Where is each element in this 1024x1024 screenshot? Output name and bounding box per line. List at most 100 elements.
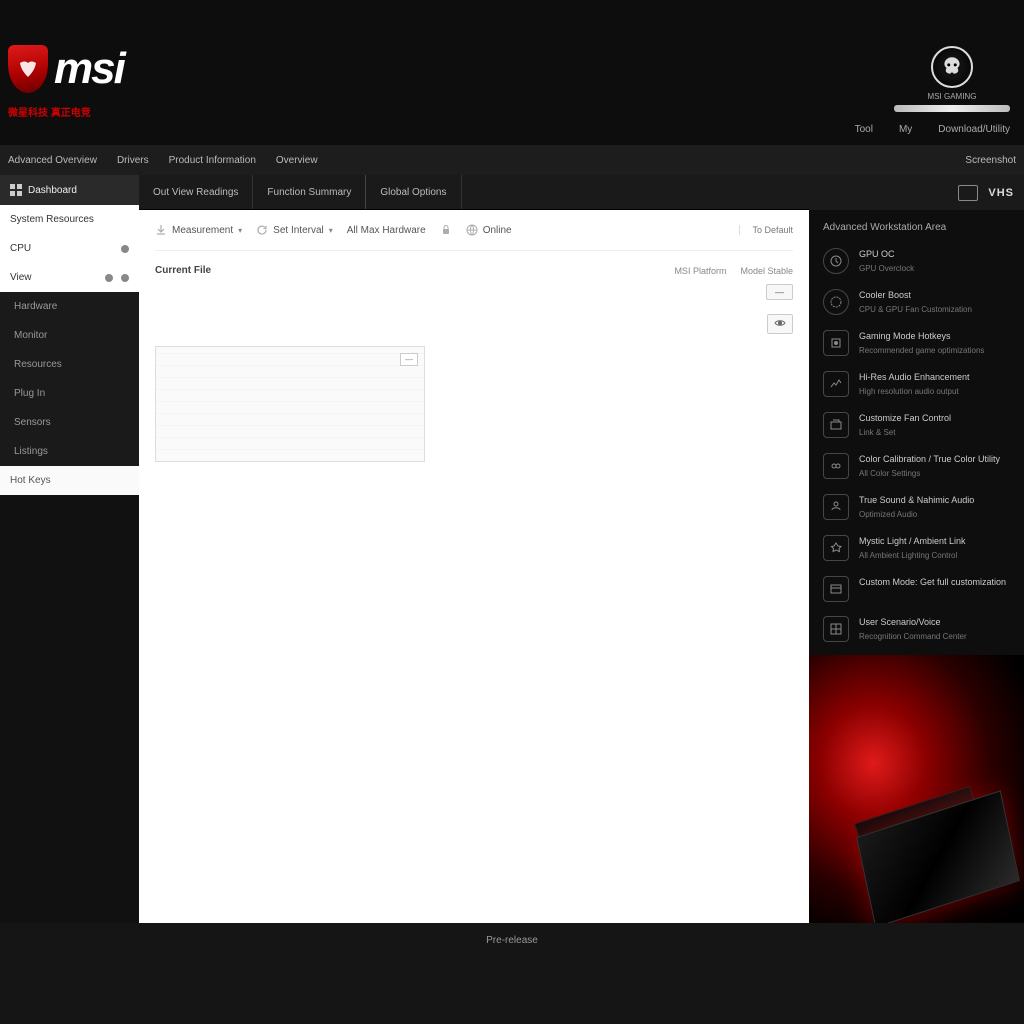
panel-label: VHS — [988, 187, 1014, 199]
section-header: Current File MSI Platform Model Stable — [155, 251, 793, 284]
header-nav-item[interactable]: Download/Utility — [938, 124, 1010, 135]
sidebar-item[interactable]: Monitor — [0, 321, 139, 350]
feature-icon — [823, 289, 849, 315]
sidebar-label: System Resources — [10, 214, 94, 225]
features-list: GPU OCGPU Overclock Cooler BoostCPU & GPU… — [809, 241, 1024, 649]
header-nav-item[interactable]: My — [899, 124, 912, 135]
feature-item[interactable]: True Sound & Nahimic AudioOptimized Audi… — [809, 487, 1024, 528]
feature-text: GPU OCGPU Overclock — [859, 248, 914, 275]
eye-button[interactable] — [767, 314, 793, 334]
refresh-icon — [256, 224, 268, 236]
footer: Pre-release — [0, 923, 1024, 1024]
tab-readings[interactable]: Out View Readings — [139, 175, 253, 209]
feature-icon — [823, 494, 849, 520]
section-title: Current File — [155, 265, 211, 276]
footer-text: Pre-release — [486, 935, 538, 946]
tool-label: Set Interval — [273, 225, 324, 236]
main-area: Dashboard System Resources CPU View Hard… — [0, 175, 1024, 923]
brand-name: msi — [54, 47, 124, 91]
sub-brand: 微星科技 真正电竞 — [8, 104, 91, 119]
sidebar-item-dashboard[interactable]: Dashboard — [0, 175, 139, 205]
feature-icon — [823, 535, 849, 561]
topnav-item[interactable]: Drivers — [117, 155, 149, 166]
logo-row: msi — [0, 0, 1024, 100]
tool-lock[interactable] — [440, 224, 452, 236]
sidebar: Dashboard System Resources CPU View Hard… — [0, 175, 139, 923]
feature-item[interactable]: User Scenario/VoiceRecognition Command C… — [809, 609, 1024, 650]
chevron-down-icon: ▾ — [238, 226, 242, 235]
feature-item[interactable]: Customize Fan ControlLink & Set — [809, 405, 1024, 446]
feature-icon — [823, 412, 849, 438]
features-title: Advanced Workstation Area — [809, 210, 1024, 241]
feature-item[interactable]: Cooler BoostCPU & GPU Fan Customization — [809, 282, 1024, 323]
feature-item[interactable]: Gaming Mode HotkeysRecommended game opti… — [809, 323, 1024, 364]
center-tabs: Out View Readings Function Summary Globa… — [139, 175, 809, 210]
feature-icon — [823, 576, 849, 602]
tool-interval[interactable]: Set Interval ▾ — [256, 224, 333, 236]
sidebar-label: CPU — [10, 243, 31, 254]
header-scroll-indicator — [894, 105, 1010, 112]
section-button[interactable]: — — [766, 284, 793, 300]
sidebar-item-sysres[interactable]: System Resources — [0, 205, 139, 234]
sub-brand-text: 微星科技 真正电竞 — [8, 104, 91, 119]
feature-item[interactable]: GPU OCGPU Overclock — [809, 241, 1024, 282]
feature-item[interactable]: Hi-Res Audio EnhancementHigh resolution … — [809, 364, 1024, 405]
status-dot-icon — [121, 274, 129, 282]
right-panel-head: VHS — [809, 175, 1024, 210]
tool-measurement[interactable]: Measurement ▾ — [155, 224, 242, 236]
sidebar-label: Listings — [14, 446, 48, 457]
feature-text: Mystic Light / Ambient LinkAll Ambient L… — [859, 535, 966, 562]
feature-item[interactable]: Color Calibration / True Color UtilityAl… — [809, 446, 1024, 487]
sidebar-label: View — [10, 272, 32, 283]
sidebar-item-hotkeys[interactable]: Hot Keys — [0, 466, 139, 495]
control-row: — — [155, 284, 793, 306]
tool-default[interactable]: To Default — [739, 225, 793, 235]
top-nav: Advanced Overview Drivers Product Inform… — [0, 145, 1024, 175]
status-dot-icon — [105, 274, 113, 282]
sidebar-item[interactable]: Resources — [0, 350, 139, 379]
download-icon — [155, 224, 167, 236]
feature-item[interactable]: Custom Mode: Get full customization — [809, 569, 1024, 609]
sidebar-label: Resources — [14, 359, 62, 370]
tab-summary[interactable]: Function Summary — [253, 175, 366, 209]
eye-icon — [774, 318, 786, 328]
header-nav-item[interactable]: Tool — [855, 124, 873, 135]
topnav-screenshot[interactable]: Screenshot — [965, 155, 1016, 166]
sidebar-item[interactable]: Sensors — [0, 408, 139, 437]
feature-text: Gaming Mode HotkeysRecommended game opti… — [859, 330, 984, 357]
feature-icon — [823, 248, 849, 274]
feature-text: Color Calibration / True Color UtilityAl… — [859, 453, 1000, 480]
sidebar-item[interactable]: Hardware — [0, 292, 139, 321]
chart-badge: — — [400, 353, 418, 366]
feature-item[interactable]: Mystic Light / Ambient LinkAll Ambient L… — [809, 528, 1024, 569]
sidebar-label: Hardware — [14, 301, 57, 312]
lock-icon — [440, 224, 452, 236]
white-workspace: Measurement ▾ Set Interval ▾ All Max Hardw… — [139, 210, 809, 923]
tool-online[interactable]: Online — [466, 224, 512, 236]
sidebar-label: Plug In — [14, 388, 45, 399]
brand-shield-icon — [8, 45, 48, 93]
topnav-item[interactable]: Advanced Overview — [8, 155, 97, 166]
sidebar-item[interactable]: Plug In — [0, 379, 139, 408]
feature-text: Hi-Res Audio EnhancementHigh resolution … — [859, 371, 970, 398]
panel-icon[interactable] — [958, 185, 978, 201]
tool-allmax[interactable]: All Max Hardware — [347, 225, 426, 236]
workspace-toolbar: Measurement ▾ Set Interval ▾ All Max Hardw… — [155, 220, 793, 251]
chevron-down-icon: ▾ — [329, 226, 333, 235]
content: Out View Readings Function Summary Globa… — [139, 175, 1024, 923]
tool-label: Measurement — [172, 225, 233, 236]
app-header: msi 微星科技 真正电竞 MSI GAMING Tool My Downloa… — [0, 0, 1024, 145]
center-panel: Out View Readings Function Summary Globa… — [139, 175, 809, 923]
tool-label: Online — [483, 225, 512, 236]
feature-text: Customize Fan ControlLink & Set — [859, 412, 951, 439]
tab-options[interactable]: Global Options — [366, 175, 461, 209]
sidebar-label: Dashboard — [28, 185, 77, 196]
topnav-item[interactable]: Product Information — [169, 155, 256, 166]
sidebar-item[interactable]: Listings — [0, 437, 139, 466]
sidebar-item-cpu[interactable]: CPU — [0, 234, 139, 263]
feature-text: True Sound & Nahimic AudioOptimized Audi… — [859, 494, 974, 521]
sidebar-item-view[interactable]: View — [0, 263, 139, 292]
sidebar-label: Hot Keys — [10, 475, 51, 486]
right-panel: VHS Advanced Workstation Area GPU OCGPU … — [809, 175, 1024, 923]
topnav-item[interactable]: Overview — [276, 155, 318, 166]
